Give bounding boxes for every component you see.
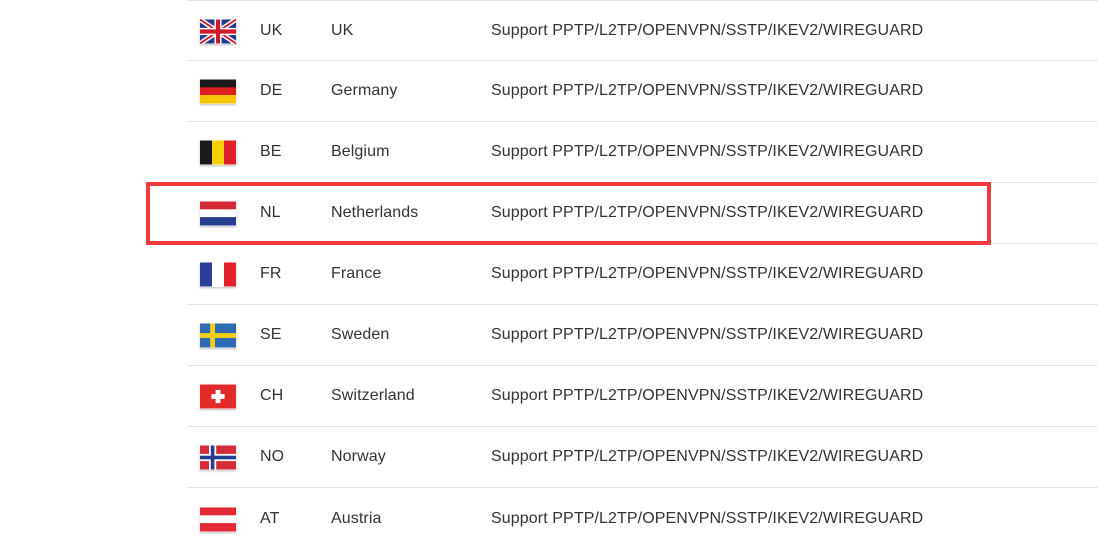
uk-flag-icon [200, 18, 236, 44]
country-code: BE [260, 143, 282, 160]
protocol-support: Support PPTP/L2TP/OPENVPN/SSTP/IKEV2/WIR… [491, 143, 924, 160]
server-row-no[interactable]: NO Norway Support PPTP/L2TP/OPENVPN/SSTP… [187, 427, 1098, 488]
protocol-support: Support PPTP/L2TP/OPENVPN/SSTP/IKEV2/WIR… [491, 509, 924, 527]
country-name: Belgium [331, 143, 390, 160]
country-name: Switzerland [331, 387, 415, 404]
country-code: DE [260, 82, 283, 99]
server-row-uk[interactable]: UK UK Support PPTP/L2TP/OPENVPN/SSTP/IKE… [187, 0, 1098, 61]
country-code: AT [260, 509, 280, 527]
protocol-support: Support PPTP/L2TP/OPENVPN/SSTP/IKEV2/WIR… [491, 82, 924, 99]
netherlands-flag-icon [200, 201, 236, 226]
country-code: NL [260, 204, 281, 221]
country-code: NO [260, 448, 285, 465]
switzerland-flag-icon [200, 384, 236, 409]
server-row-at[interactable]: AT Austria Support PPTP/L2TP/OPENVPN/SST… [187, 488, 1098, 549]
server-row-be[interactable]: BE Belgium Support PPTP/L2TP/OPENVPN/SST… [187, 122, 1098, 183]
protocol-support: Support PPTP/L2TP/OPENVPN/SSTP/IKEV2/WIR… [491, 265, 924, 282]
country-name: Netherlands [331, 204, 419, 221]
protocol-support: Support PPTP/L2TP/OPENVPN/SSTP/IKEV2/WIR… [491, 21, 924, 39]
france-flag-icon [200, 262, 236, 287]
austria-flag-icon [200, 507, 236, 532]
protocol-support: Support PPTP/L2TP/OPENVPN/SSTP/IKEV2/WIR… [491, 204, 924, 221]
country-code: FR [260, 265, 282, 282]
server-row-se[interactable]: SE Sweden Support PPTP/L2TP/OPENVPN/SSTP… [187, 305, 1098, 366]
server-row-ch[interactable]: CH Switzerland Support PPTP/L2TP/OPENVPN… [187, 366, 1098, 427]
country-code: UK [260, 21, 283, 39]
server-row-de[interactable]: DE Germany Support PPTP/L2TP/OPENVPN/SST… [187, 61, 1098, 122]
norway-flag-icon [200, 445, 236, 470]
protocol-support: Support PPTP/L2TP/OPENVPN/SSTP/IKEV2/WIR… [491, 448, 924, 465]
belgium-flag-icon [200, 140, 236, 165]
sweden-flag-icon [200, 323, 236, 348]
germany-flag-icon [200, 79, 236, 104]
country-name: Germany [331, 82, 398, 99]
country-name: Norway [331, 448, 386, 465]
server-row-nl[interactable]: NL Netherlands Support PPTP/L2TP/OPENVPN… [187, 183, 1098, 244]
protocol-support: Support PPTP/L2TP/OPENVPN/SSTP/IKEV2/WIR… [491, 326, 924, 343]
server-list-table: UK UK Support PPTP/L2TP/OPENVPN/SSTP/IKE… [187, 0, 1098, 549]
country-name: France [331, 265, 382, 282]
country-code: CH [260, 387, 284, 404]
server-row-fr[interactable]: FR France Support PPTP/L2TP/OPENVPN/SSTP… [187, 244, 1098, 305]
protocol-support: Support PPTP/L2TP/OPENVPN/SSTP/IKEV2/WIR… [491, 387, 924, 404]
country-name: Austria [331, 509, 382, 527]
country-name: Sweden [331, 326, 390, 343]
country-code: SE [260, 326, 282, 343]
country-name: UK [331, 21, 354, 39]
